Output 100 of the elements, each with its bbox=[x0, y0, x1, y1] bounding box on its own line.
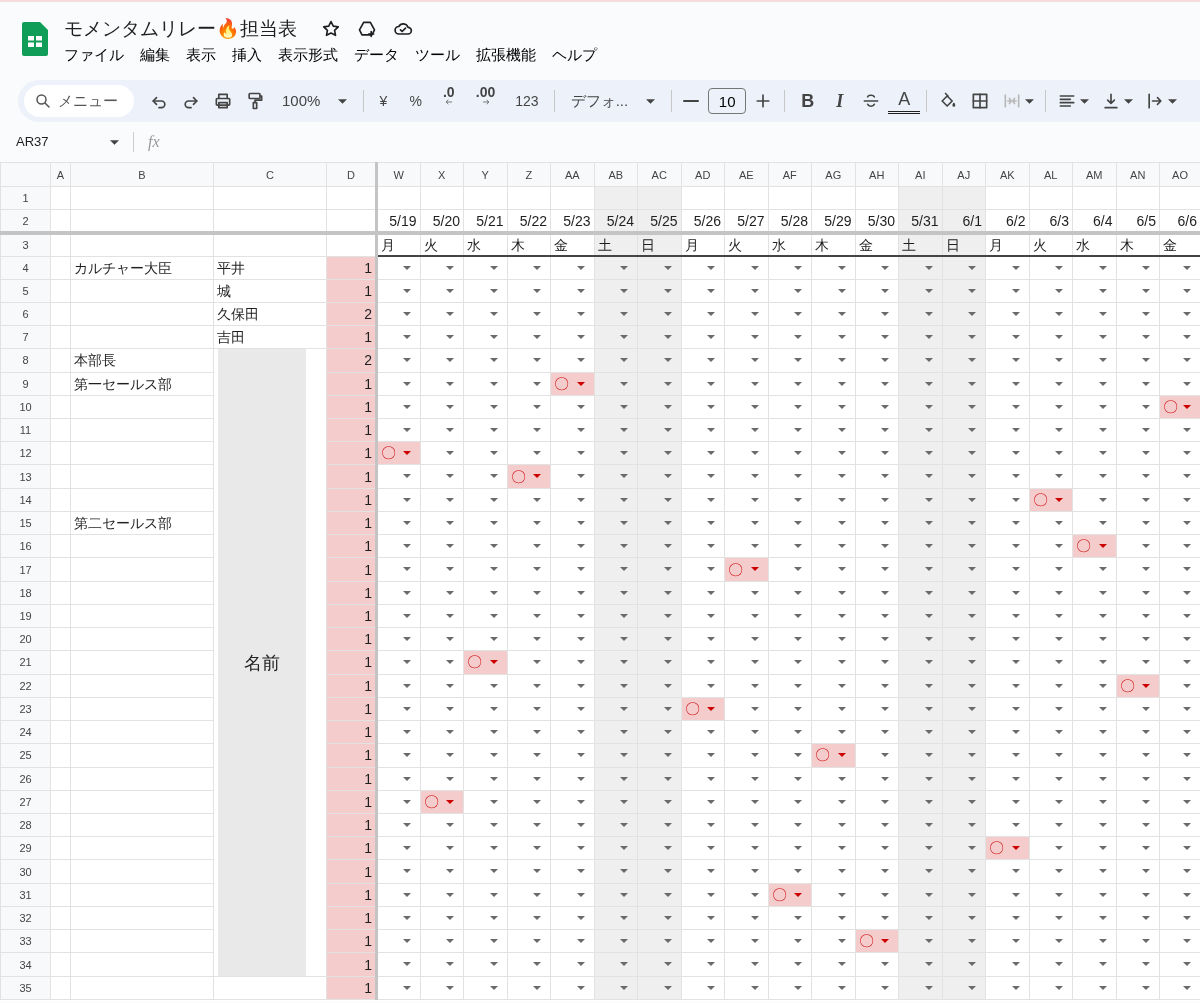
row-header[interactable]: 29 bbox=[0, 836, 51, 860]
date-cell: 6/3 bbox=[1029, 209, 1073, 233]
date-cell: 5/21 bbox=[463, 209, 507, 233]
text-color-button[interactable]: A bbox=[888, 88, 921, 114]
column-header[interactable]: D bbox=[326, 162, 377, 187]
decimal-button[interactable]: .0 bbox=[432, 86, 465, 116]
date-cell: 5/19 bbox=[376, 209, 420, 233]
column-header[interactable]: AL bbox=[1029, 162, 1073, 187]
spreadsheet-logo-icon[interactable] bbox=[22, 22, 48, 56]
drive-add-icon[interactable] bbox=[357, 19, 377, 39]
cell-reference-field[interactable]: AR37 bbox=[16, 132, 96, 152]
column-header[interactable]: AM bbox=[1072, 162, 1116, 187]
row-header[interactable]: 24 bbox=[0, 720, 51, 744]
italic-button[interactable]: I bbox=[826, 86, 855, 116]
column-header[interactable]: AO bbox=[1159, 162, 1200, 187]
dropdown-caret-icon bbox=[110, 139, 119, 145]
row-header[interactable]: 1 bbox=[0, 186, 51, 210]
row-header[interactable]: 8 bbox=[0, 348, 51, 373]
row-header[interactable]: 10 bbox=[0, 395, 51, 419]
format-button[interactable]: % bbox=[400, 86, 431, 116]
caret-icon bbox=[338, 98, 348, 104]
column-header[interactable]: AD bbox=[681, 162, 725, 187]
dropdown-button[interactable]: デフォ... bbox=[560, 86, 666, 116]
row-header[interactable]: 30 bbox=[0, 859, 51, 884]
date-cell: 5/28 bbox=[768, 209, 812, 233]
column-header[interactable]: AJ bbox=[942, 162, 986, 187]
date-cell: 5/20 bbox=[420, 209, 464, 233]
column-header[interactable]: Y bbox=[463, 162, 507, 187]
font-size-field[interactable]: 10 bbox=[708, 88, 747, 114]
column-header[interactable]: AH bbox=[855, 162, 899, 187]
date-cell: 5/22 bbox=[507, 209, 551, 233]
row-header[interactable]: 21 bbox=[0, 650, 51, 675]
bold-button[interactable]: B bbox=[791, 86, 825, 116]
row-header[interactable]: 22 bbox=[0, 674, 51, 698]
format-button[interactable]: ¥ bbox=[370, 86, 399, 116]
minus-icon bbox=[683, 99, 700, 103]
column-header[interactable]: C bbox=[213, 162, 327, 187]
column-header[interactable]: X bbox=[420, 162, 464, 187]
menu-item[interactable]: 編集 bbox=[132, 42, 178, 68]
row-header[interactable]: 35 bbox=[0, 976, 51, 1000]
column-header[interactable]: Z bbox=[507, 162, 551, 187]
row-header[interactable]: 19 bbox=[0, 604, 51, 628]
dropdown-button[interactable]: 100% bbox=[272, 86, 358, 116]
row-header[interactable]: 28 bbox=[0, 813, 51, 837]
menu-item[interactable]: データ bbox=[346, 42, 407, 68]
column-header[interactable]: AK bbox=[985, 162, 1029, 187]
row-header[interactable]: 2 bbox=[0, 209, 51, 233]
row-header[interactable]: 7 bbox=[0, 325, 51, 349]
row-header[interactable]: 17 bbox=[0, 557, 51, 582]
decimal-button[interactable]: .00 bbox=[466, 86, 505, 116]
row-header[interactable]: 23 bbox=[0, 697, 51, 721]
redaction-block: 名前 bbox=[218, 349, 306, 976]
row-header[interactable]: 27 bbox=[0, 790, 51, 814]
column-header[interactable]: B bbox=[70, 162, 214, 187]
star-icon[interactable] bbox=[321, 19, 341, 39]
row-header[interactable]: 15 bbox=[0, 511, 51, 535]
merge-cells-icon bbox=[1002, 91, 1023, 111]
row-header[interactable]: 20 bbox=[0, 627, 51, 651]
column-header[interactable]: AF bbox=[768, 162, 812, 187]
column-header[interactable]: A bbox=[50, 162, 71, 187]
weekday-cell: 月 bbox=[681, 232, 725, 257]
menu-item[interactable]: 表示 bbox=[178, 42, 224, 68]
menu-item[interactable]: 拡張機能 bbox=[468, 42, 544, 68]
row-header[interactable]: 26 bbox=[0, 767, 51, 791]
row-header[interactable]: 34 bbox=[0, 952, 51, 977]
search-menu-field[interactable]: メニュー bbox=[24, 85, 134, 117]
row-header[interactable]: 11 bbox=[0, 418, 51, 442]
row-header[interactable]: 33 bbox=[0, 929, 51, 953]
row-header[interactable]: 4 bbox=[0, 256, 51, 280]
menu-item[interactable]: 表示形式 bbox=[270, 42, 346, 68]
caret-icon bbox=[1124, 98, 1134, 104]
row-header[interactable]: 16 bbox=[0, 534, 51, 558]
row-header[interactable]: 31 bbox=[0, 883, 51, 907]
row-header[interactable]: 13 bbox=[0, 465, 51, 489]
row-header[interactable]: 6 bbox=[0, 302, 51, 326]
weekday-cell: 木 bbox=[507, 232, 551, 257]
row-header[interactable]: 14 bbox=[0, 488, 51, 512]
column-header[interactable]: AB bbox=[594, 162, 638, 187]
row-header[interactable]: 9 bbox=[0, 372, 51, 396]
row-header[interactable]: 12 bbox=[0, 441, 51, 465]
row-header[interactable]: 25 bbox=[0, 743, 51, 768]
column-header[interactable]: AN bbox=[1116, 162, 1160, 187]
column-header[interactable]: W bbox=[376, 162, 420, 187]
column-header[interactable]: AA bbox=[550, 162, 594, 187]
menu-item[interactable]: 挿入 bbox=[224, 42, 270, 68]
document-title[interactable]: モメンタムリレー🔥担当表 bbox=[64, 16, 297, 42]
row-header[interactable]: 18 bbox=[0, 581, 51, 605]
menu-item[interactable]: ファイル bbox=[56, 42, 132, 68]
date-cell: 5/26 bbox=[681, 209, 725, 233]
column-header[interactable]: AE bbox=[724, 162, 768, 187]
weekday-cell: 水 bbox=[463, 232, 507, 257]
menu-item[interactable]: ツール bbox=[407, 42, 468, 68]
column-header[interactable]: AI bbox=[898, 162, 942, 187]
menu-item[interactable]: ヘルプ bbox=[544, 42, 605, 68]
row-header[interactable]: 5 bbox=[0, 279, 51, 303]
row-header[interactable]: 32 bbox=[0, 906, 51, 930]
format-button[interactable]: 123 bbox=[506, 86, 548, 116]
column-header[interactable]: AC bbox=[637, 162, 681, 187]
weekday-cell: 月 bbox=[985, 232, 1029, 257]
column-header[interactable]: AG bbox=[811, 162, 855, 187]
